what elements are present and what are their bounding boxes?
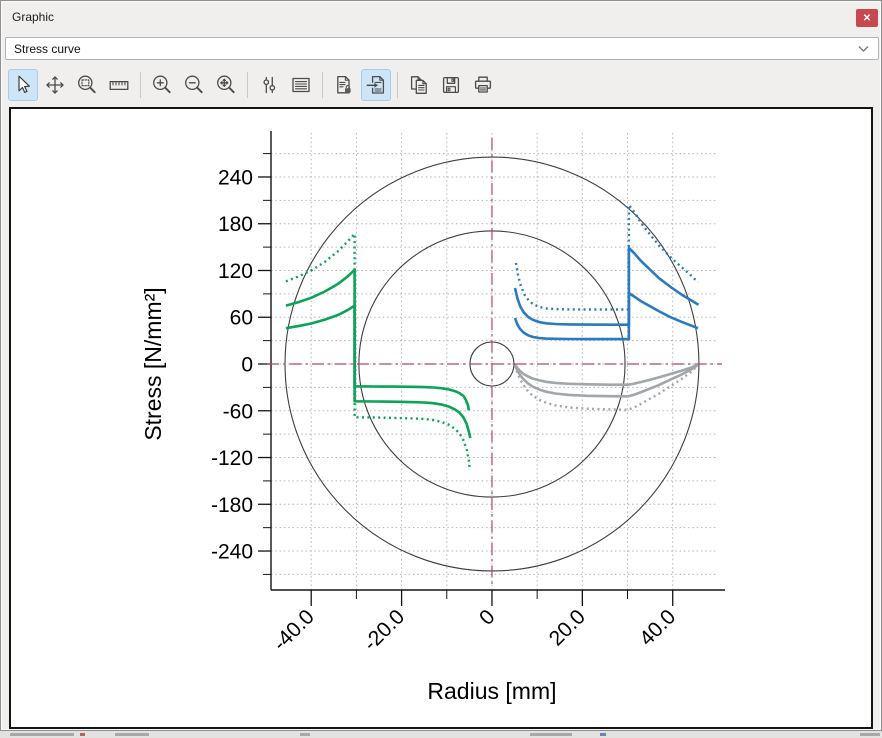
toolbar-separator bbox=[140, 72, 141, 98]
svg-text:240: 240 bbox=[218, 166, 253, 189]
svg-text:60: 60 bbox=[230, 307, 253, 330]
toolbar-button-measure[interactable] bbox=[104, 69, 134, 101]
series-tangential-stress-min bbox=[286, 306, 469, 411]
ruler-icon bbox=[107, 73, 131, 97]
toolbar-separator bbox=[247, 72, 248, 98]
svg-text:-180: -180 bbox=[211, 494, 253, 517]
toolbar-button-zoom-window[interactable] bbox=[72, 69, 102, 101]
series-equivalent-stress-min bbox=[515, 293, 698, 339]
toolbar-button-zoom-in[interactable] bbox=[147, 69, 177, 101]
move-icon bbox=[43, 73, 67, 97]
toolbar-button-zoom-fit[interactable] bbox=[211, 69, 241, 101]
y-axis-label: Stress [N/mm²] bbox=[140, 287, 166, 440]
zoom-in-icon bbox=[150, 73, 174, 97]
toolbar-button-curve-settings[interactable] bbox=[254, 69, 284, 101]
zoom-selection-icon bbox=[75, 73, 99, 97]
close-icon: ✕ bbox=[863, 13, 871, 24]
svg-text:180: 180 bbox=[218, 213, 253, 236]
zoom-fit-icon bbox=[214, 73, 238, 97]
toolbar-button-copy[interactable] bbox=[404, 69, 434, 101]
series-radial-stress-min bbox=[515, 365, 698, 385]
zoom-out-icon bbox=[182, 73, 206, 97]
toolbar-button-pan[interactable] bbox=[40, 69, 70, 101]
svg-text:120: 120 bbox=[218, 260, 253, 283]
toolbar-button-zoom-out[interactable] bbox=[179, 69, 209, 101]
print-icon bbox=[471, 73, 495, 97]
toolbar-button-show-report[interactable] bbox=[286, 69, 316, 101]
graphic-window: Graphic ✕ Stress curve 240 180 120 60 0 -60 -1… bbox=[0, 0, 882, 731]
toolbar-button-save[interactable] bbox=[436, 69, 466, 101]
document-arrow-icon bbox=[364, 73, 388, 97]
text-lines-icon bbox=[289, 73, 313, 97]
save-icon bbox=[439, 73, 463, 97]
toolbar-button-pin-graphic[interactable] bbox=[361, 69, 391, 101]
document-lock-icon bbox=[332, 73, 356, 97]
copy-icon bbox=[407, 73, 431, 97]
svg-text:0: 0 bbox=[241, 354, 253, 377]
svg-text:-120: -120 bbox=[211, 447, 253, 470]
svg-text:-20.0: -20.0 bbox=[359, 605, 409, 655]
svg-text:-240: -240 bbox=[211, 541, 253, 564]
svg-text:0: 0 bbox=[475, 605, 500, 630]
grid bbox=[271, 133, 717, 590]
chart-panel[interactable]: 240 180 120 60 0 -60 -120 -180 -240 -40.0 -20.0 0 20… bbox=[9, 107, 873, 729]
graphic-type-value: Stress curve bbox=[14, 42, 857, 56]
x-axis-label: Radius [mm] bbox=[427, 678, 556, 704]
toolbar-separator bbox=[322, 72, 323, 98]
desktop-sliver bbox=[0, 731, 882, 738]
toolbar-button-lock-graphic[interactable] bbox=[329, 69, 359, 101]
stress-curve-chart: 240 180 120 60 0 -60 -120 -180 -240 -40.0 -20.0 0 20… bbox=[11, 109, 871, 727]
toolbar-separator bbox=[397, 72, 398, 98]
svg-text:20.0: 20.0 bbox=[545, 605, 590, 650]
toolbar-button-print[interactable] bbox=[468, 69, 498, 101]
cursor-icon bbox=[11, 73, 35, 97]
svg-text:40.0: 40.0 bbox=[635, 605, 680, 650]
sliders-icon bbox=[257, 73, 281, 97]
svg-text:-40.0: -40.0 bbox=[269, 605, 319, 655]
graphic-type-dropdown[interactable]: Stress curve bbox=[5, 37, 879, 60]
page-title: Graphic bbox=[12, 10, 54, 24]
toolbar bbox=[7, 65, 877, 105]
centerlines bbox=[267, 138, 722, 588]
toolbar-button-select[interactable] bbox=[8, 69, 38, 101]
close-button[interactable]: ✕ bbox=[856, 9, 878, 27]
svg-text:-60: -60 bbox=[223, 400, 253, 423]
chevron-down-icon bbox=[857, 45, 870, 53]
title-bar: Graphic ✕ bbox=[1, 1, 881, 34]
